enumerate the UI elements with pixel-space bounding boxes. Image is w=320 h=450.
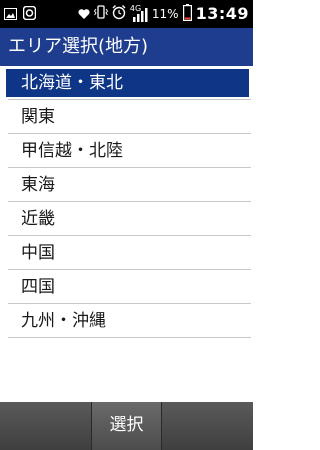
status-bar-right: 4G 11% 13:49 bbox=[78, 3, 249, 25]
softkey-right[interactable] bbox=[162, 402, 253, 450]
list-item-kinki[interactable]: 近畿 bbox=[0, 202, 253, 236]
status-bar: 4G 11% 13:49 bbox=[0, 0, 253, 28]
list-item-chugoku[interactable]: 中国 bbox=[0, 236, 253, 270]
page-title: エリア選択(地方) bbox=[8, 36, 149, 57]
battery-icon bbox=[182, 3, 192, 25]
signal-icon: 4G bbox=[130, 5, 148, 23]
region-list: 北海道・東北 関東 甲信越・北陸 東海 近畿 中国 四国 九州・沖縄 bbox=[0, 66, 253, 338]
list-item-kyushu-okinawa[interactable]: 九州・沖縄 bbox=[0, 304, 253, 338]
select-button-label: 選択 bbox=[109, 415, 144, 435]
image-icon bbox=[4, 5, 17, 24]
alarm-icon bbox=[112, 4, 126, 24]
list-item-koshinetsu-hokuriku[interactable]: 甲信越・北陸 bbox=[0, 134, 253, 168]
title-bar: エリア選択(地方) bbox=[0, 28, 253, 66]
list-item-label: 北海道・東北 bbox=[21, 73, 123, 93]
divider bbox=[8, 337, 251, 338]
select-button[interactable]: 選択 bbox=[91, 402, 162, 450]
vibrate-icon bbox=[93, 4, 109, 24]
list-item-label: 近畿 bbox=[21, 209, 55, 229]
list-item-shikoku[interactable]: 四国 bbox=[0, 270, 253, 304]
list-item-hokkaido-tohoku[interactable]: 北海道・東北 bbox=[0, 66, 253, 100]
list-item-tokai[interactable]: 東海 bbox=[0, 168, 253, 202]
clock: 13:49 bbox=[195, 4, 249, 23]
screen: 4G 11% 13:49 エリア選択(地方) 北海道・東北 関東 甲信越・北陸 … bbox=[0, 0, 253, 450]
status-bar-left bbox=[4, 5, 37, 24]
list-item-label: 中国 bbox=[21, 243, 55, 263]
list-item-label: 甲信越・北陸 bbox=[21, 141, 123, 161]
softkey-left[interactable] bbox=[0, 402, 91, 450]
softkey-bar: 選択 bbox=[0, 402, 253, 450]
list-item-label: 九州・沖縄 bbox=[21, 311, 106, 331]
list-item-kanto[interactable]: 関東 bbox=[0, 100, 253, 134]
list-item-label: 四国 bbox=[21, 277, 55, 297]
list-item-label: 東海 bbox=[21, 175, 55, 195]
app-o-icon bbox=[22, 5, 37, 24]
list-item-label: 関東 bbox=[21, 107, 55, 127]
heart-icon bbox=[78, 5, 90, 24]
battery-percent: 11% bbox=[151, 7, 179, 21]
